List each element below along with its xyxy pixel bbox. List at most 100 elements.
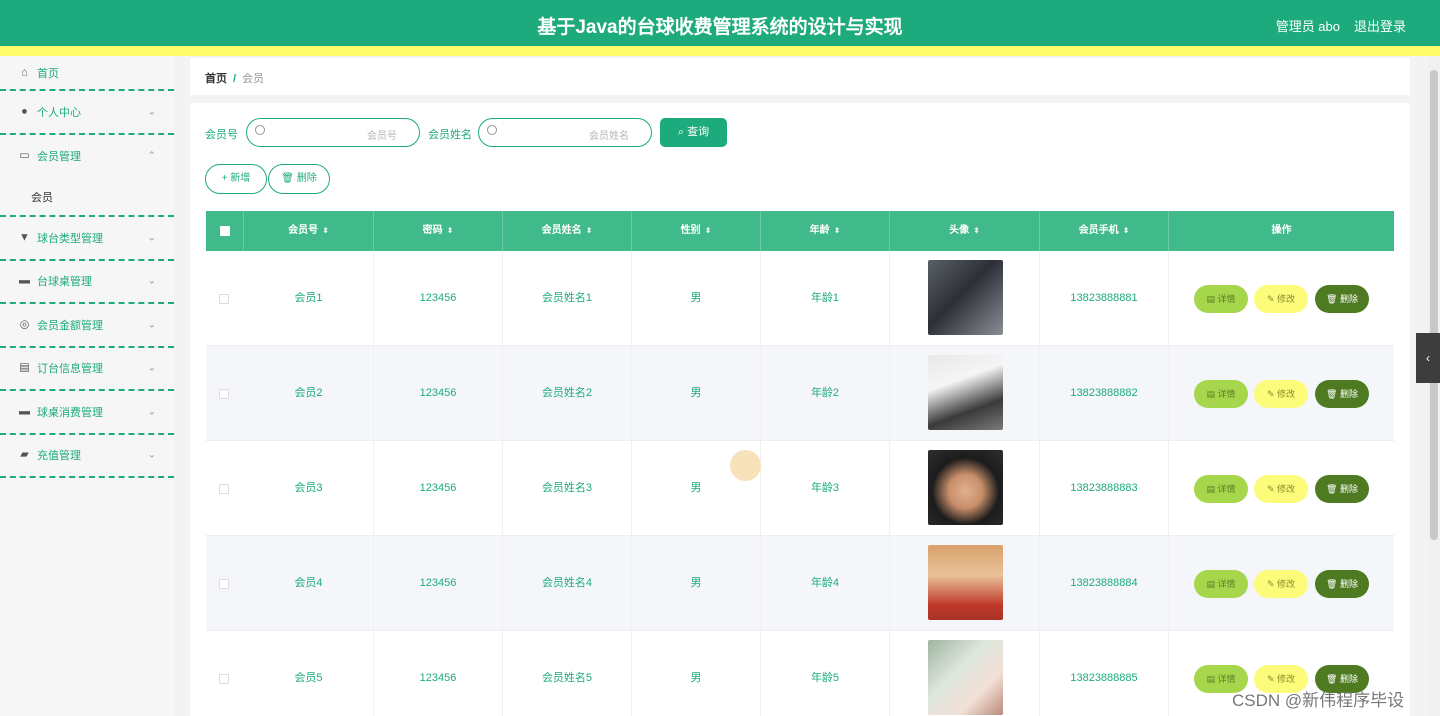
- add-button[interactable]: + 新增: [205, 164, 267, 194]
- chevron-down-icon: ⌄: [147, 275, 156, 287]
- row-checkbox[interactable]: [219, 484, 229, 494]
- cell-password: 123456: [374, 536, 503, 631]
- delete-selected-button[interactable]: 🗑 删除: [268, 164, 330, 194]
- breadcrumb-home[interactable]: 首页: [205, 73, 227, 85]
- cell-member-no: 会员1: [244, 251, 374, 346]
- delete-label: 删除: [1339, 294, 1358, 304]
- chevron-down-icon: ⌄: [147, 319, 156, 331]
- row-checkbox[interactable]: [219, 674, 229, 684]
- sidebar-item-consumption[interactable]: ▬ 球桌消费管理 ⌄: [0, 391, 174, 435]
- sidebar-item-billiard-table[interactable]: ▬ 台球桌管理 ⌄: [0, 261, 174, 304]
- edit-button[interactable]: ✎ 修改: [1254, 285, 1308, 313]
- sidebar-item-member-management[interactable]: ▭ 会员管理 ⌃: [0, 135, 174, 179]
- sidebar: ⌂ 首页 ● 个人中心 ⌄ ▭ 会员管理 ⌃ 会员 ▼ 球台类型管理 ⌄ ▬ 台…: [0, 56, 174, 716]
- edit-label: 修改: [1277, 674, 1296, 684]
- cell-password: 123456: [374, 441, 503, 536]
- header-accent-strip: [0, 50, 1440, 56]
- edit-label: 修改: [1277, 294, 1296, 304]
- edit-button[interactable]: ✎ 修改: [1254, 380, 1308, 408]
- home-icon: ⌂: [21, 66, 28, 78]
- edit-button[interactable]: ✎ 修改: [1254, 570, 1308, 598]
- chevron-left-icon[interactable]: ‹: [1416, 333, 1440, 383]
- detail-button[interactable]: ▤ 详情: [1194, 570, 1248, 598]
- select-all-cell: [206, 211, 244, 251]
- delete-button[interactable]: 🗑 删除: [1315, 380, 1369, 408]
- cell-phone: 13823888885: [1040, 631, 1169, 716]
- table-type-icon: ▼: [19, 231, 30, 244]
- detail-button[interactable]: ▤ 详情: [1194, 380, 1248, 408]
- member-no-label: 会员号: [205, 129, 238, 141]
- cell-phone: 13823888883: [1040, 441, 1169, 536]
- row-checkbox[interactable]: [219, 389, 229, 399]
- query-button[interactable]: ⌕ 查询: [660, 118, 727, 147]
- member-table: 会员号 ⬍ 密码 ⬍ 会员姓名 ⬍ 性别 ⬍ 年龄 ⬍ 头像 ⬍ 会员手机 ⬍ 操作 会员1 …: [206, 211, 1394, 716]
- sidebar-item-recharge[interactable]: ▰ 充值管理 ⌄: [0, 435, 174, 478]
- cell-member-name: 会员姓名4: [503, 536, 632, 631]
- table-row: 会员3 123456 会员姓名3 男 年龄3 13823888883 ▤ 详情 …: [206, 441, 1394, 536]
- breadcrumb-separator: /: [233, 73, 237, 85]
- detail-button[interactable]: ▤ 详情: [1194, 285, 1248, 313]
- cell-age: 年龄3: [761, 441, 890, 536]
- column-member-name[interactable]: 会员姓名 ⬍: [503, 211, 632, 251]
- cursor-highlight: [730, 450, 761, 481]
- row-checkbox[interactable]: [219, 294, 229, 304]
- column-sex[interactable]: 性别 ⬍: [632, 211, 761, 251]
- cell-member-name: 会员姓名5: [503, 631, 632, 716]
- sidebar-item-profile[interactable]: ● 个人中心 ⌄: [0, 91, 174, 135]
- app-title: 基于Java的台球收费管理系统的设计与实现: [537, 17, 903, 38]
- delete-button[interactable]: 🗑 删除: [1315, 570, 1369, 598]
- member-name-input[interactable]: 会员姓名: [478, 118, 652, 147]
- column-label: 操作: [1271, 225, 1292, 236]
- card-icon: ▤: [19, 361, 30, 374]
- sidebar-item-member-amount[interactable]: ◎ 会员金额管理 ⌄: [0, 304, 174, 348]
- column-password[interactable]: 密码 ⬍: [374, 211, 503, 251]
- page-scrollbar[interactable]: [1428, 56, 1440, 716]
- sort-icon: ⬍: [322, 226, 329, 235]
- column-phone[interactable]: 会员手机 ⬍: [1040, 211, 1169, 251]
- row-checkbox[interactable]: [219, 579, 229, 589]
- column-member-no[interactable]: 会员号 ⬍: [244, 211, 374, 251]
- column-label: 会员姓名: [541, 225, 582, 236]
- sidebar-item-label: 台球桌管理: [37, 276, 92, 289]
- sidebar-subitem-member[interactable]: 会员: [0, 178, 174, 217]
- delete-button[interactable]: 🗑 删除: [1315, 475, 1369, 503]
- avatar: [928, 450, 1003, 525]
- edit-button[interactable]: ✎ 修改: [1254, 475, 1308, 503]
- avatar: [928, 545, 1003, 620]
- sort-icon: ⬍: [1122, 226, 1130, 235]
- table-row: 会员5 123456 会员姓名5 男 年龄5 13823888885 ▤ 详情 …: [206, 631, 1394, 716]
- detail-label: 详情: [1217, 389, 1236, 399]
- scrollbar-thumb[interactable]: [1430, 70, 1438, 540]
- breadcrumb: 首页 / 会员: [190, 58, 1410, 95]
- sidebar-item-home[interactable]: ⌂ 首页: [0, 56, 174, 91]
- cell-sex: 男: [632, 346, 761, 441]
- sidebar-item-label: 球桌消费管理: [37, 406, 103, 419]
- message-icon: ▬: [19, 405, 30, 418]
- cell-age: 年龄4: [761, 536, 890, 631]
- column-label: 密码: [422, 225, 443, 236]
- delete-label: 删除: [1339, 579, 1358, 589]
- sort-icon: ⬍: [704, 226, 712, 235]
- detail-label: 详情: [1217, 294, 1236, 304]
- column-age[interactable]: 年龄 ⬍: [761, 211, 890, 251]
- column-label: 性别: [680, 225, 701, 236]
- logout-link[interactable]: 退出登录: [1354, 16, 1406, 35]
- select-all-checkbox[interactable]: [220, 226, 230, 236]
- delete-label: 删除: [1339, 389, 1358, 399]
- sidebar-item-table-type[interactable]: ▼ 球台类型管理 ⌄: [0, 217, 174, 261]
- compass-icon: ◎: [19, 318, 30, 331]
- table-header: 会员号 ⬍ 密码 ⬍ 会员姓名 ⬍ 性别 ⬍ 年龄 ⬍ 头像 ⬍ 会员手机 ⬍ 操作: [206, 211, 1394, 251]
- sidebar-item-booking[interactable]: ▤ 订台信息管理 ⌄: [0, 348, 174, 391]
- cell-member-no: 会员5: [244, 631, 374, 716]
- delete-button[interactable]: 🗑 删除: [1315, 285, 1369, 313]
- member-no-input[interactable]: 会员号: [246, 118, 420, 147]
- delete-label: 删除: [1339, 484, 1358, 494]
- cell-password: 123456: [374, 346, 503, 441]
- cell-member-no: 会员3: [244, 441, 374, 536]
- cell-age: 年龄2: [761, 346, 890, 441]
- sidebar-item-label: 球台类型管理: [37, 232, 103, 245]
- column-avatar[interactable]: 头像 ⬍: [890, 211, 1040, 251]
- detail-button[interactable]: ▤ 详情: [1194, 475, 1248, 503]
- detail-label: 详情: [1217, 674, 1236, 684]
- column-label: 会员手机: [1078, 225, 1119, 236]
